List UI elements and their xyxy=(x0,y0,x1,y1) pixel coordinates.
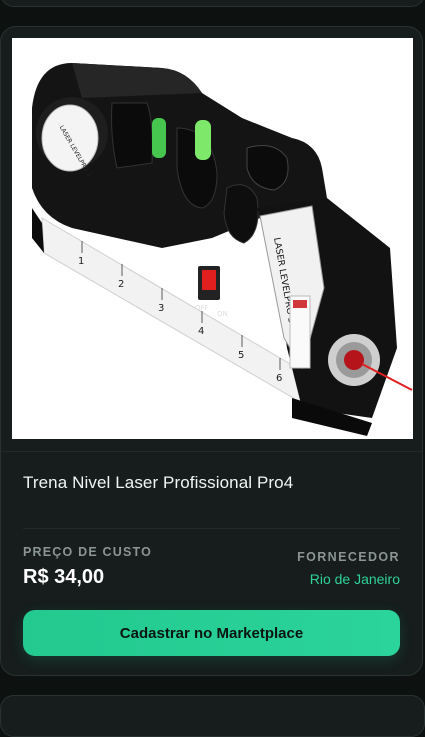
supplier-location: Rio de Janeiro xyxy=(309,571,400,587)
ruler-mark: 3 xyxy=(158,303,164,314)
ruler-mark: 4 xyxy=(198,326,204,337)
product-image: 1 2 3 4 5 6 LASER LEVELPRO 3 LASER LEVEL… xyxy=(12,38,413,439)
product-card: 1 2 3 4 5 6 LASER LEVELPRO 3 LASER LEVEL… xyxy=(0,26,423,676)
cost-price-label: PREÇO DE CUSTO xyxy=(23,545,153,559)
next-product-card xyxy=(0,695,425,737)
ruler-mark: 5 xyxy=(238,350,244,361)
supplier-label: FORNECEDOR xyxy=(297,550,400,564)
switch-on-label: ON xyxy=(217,310,228,318)
cost-price-value: R$ 34,00 xyxy=(23,566,105,588)
previous-product-card xyxy=(0,0,425,7)
ruler-mark: 1 xyxy=(78,256,84,267)
image-divider xyxy=(1,451,422,452)
ruler-mark: 6 xyxy=(276,373,282,384)
ruler-mark: 2 xyxy=(118,279,124,290)
switch-off-label: OFF xyxy=(195,304,209,312)
product-title: Trena Nivel Laser Profissional Pro4 xyxy=(23,473,294,492)
info-divider xyxy=(23,528,400,529)
register-marketplace-button[interactable]: Cadastrar no Marketplace xyxy=(23,610,400,656)
